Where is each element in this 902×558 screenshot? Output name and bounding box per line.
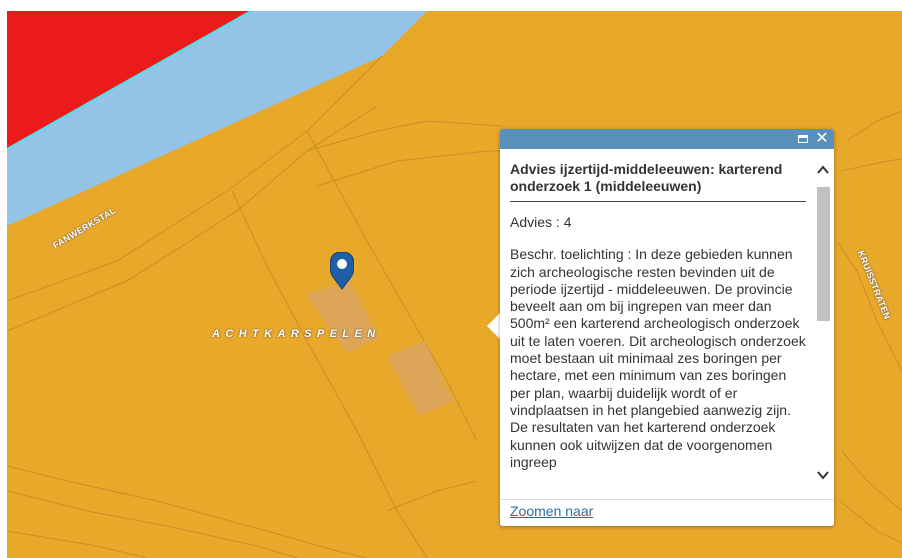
- popup-pointer: [487, 312, 501, 340]
- popup-footer: Zoomen naar: [500, 499, 834, 526]
- chevron-up-icon[interactable]: [816, 162, 830, 178]
- parcel-1: [305, 281, 379, 353]
- info-popup: ✕ Advies ijzertijd-middeleeuwen: kartere…: [500, 129, 834, 526]
- close-icon[interactable]: ✕: [813, 129, 831, 149]
- popup-scrollbar[interactable]: [816, 149, 830, 499]
- map-pin-icon[interactable]: [329, 251, 355, 290]
- place-label: ACHTKARSPELEN: [212, 328, 381, 340]
- popup-description: Beschr. toelichting : In deze gebieden k…: [510, 246, 806, 470]
- scroll-thumb[interactable]: [817, 187, 830, 321]
- chevron-down-icon[interactable]: [816, 467, 830, 483]
- popup-content: Advies ijzertijd-middeleeuwen: karterend…: [510, 161, 806, 471]
- popup-title: Advies ijzertijd-middeleeuwen: karterend…: [510, 161, 806, 202]
- popup-advies: Advies : 4: [510, 214, 572, 230]
- parcel-2: [387, 341, 453, 416]
- zoom-to-link[interactable]: Zoomen naar: [510, 503, 593, 519]
- popup-body[interactable]: Advies ijzertijd-middeleeuwen: karterend…: [500, 149, 834, 499]
- popup-header: ✕: [500, 129, 834, 149]
- maximize-icon[interactable]: [794, 129, 812, 149]
